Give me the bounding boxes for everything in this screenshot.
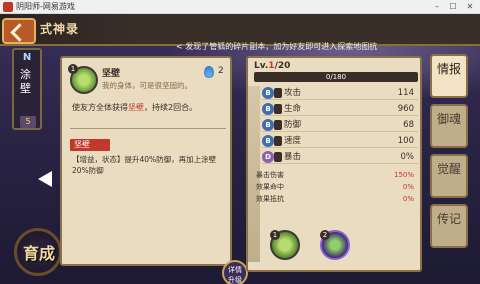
stat-label: 生命 — [284, 104, 302, 114]
attack-icon — [274, 88, 282, 98]
tab-soul[interactable]: 御魂 — [430, 104, 468, 148]
grade-badge: B — [262, 119, 274, 131]
speed-icon — [274, 136, 282, 146]
stat-value: 100 — [397, 136, 414, 146]
skill-number: 1 — [68, 64, 78, 74]
stat-value: 114 — [397, 88, 414, 98]
row-separator — [262, 147, 418, 148]
slot-number: 1 — [270, 230, 280, 240]
window-title: 阴阳师-网易游戏 — [16, 2, 75, 11]
app-icon — [3, 2, 13, 12]
crit-icon — [274, 152, 282, 162]
desc-suffix: ，持续2回合。 — [144, 103, 198, 112]
substat-row: 效果抵抗 0% — [256, 194, 418, 204]
onibi-icon — [204, 66, 214, 78]
stat-row: B 防御 68 — [262, 118, 418, 132]
skill-slot-2[interactable]: 2 — [320, 230, 350, 260]
skill-name: 坚壁 — [102, 69, 121, 79]
health-icon — [274, 104, 282, 114]
skill-description: 使友方全体获得坚壁，持续2回合。 — [72, 102, 197, 113]
top-banner: 式神录 < 发现了管狐的碎片副本，加为好友即可进入探索地图抗 — [0, 14, 480, 51]
shikigami-name: 涂壁 — [20, 68, 31, 95]
substat-row: 效果命中 0% — [256, 182, 418, 192]
back-button[interactable] — [2, 18, 36, 44]
skill-slot-1[interactable]: 1 — [270, 230, 300, 260]
stat-label: 暴击 — [284, 152, 302, 162]
skill-quote: 我的身体，可是很坚固的。 — [102, 81, 192, 90]
substat-value: 0% — [402, 195, 414, 203]
game-scene: 式神录 < 发现了管狐的碎片副本，加为好友即可进入探索地图抗 N 涂壁 5 育成… — [0, 14, 480, 284]
stat-label: 速度 — [284, 136, 302, 146]
announcement-marquee: < 发现了管狐的碎片副本，加为好友即可进入探索地图抗 — [176, 42, 378, 51]
shikigami-rail[interactable]: N 涂壁 5 — [12, 48, 42, 130]
skill-cost: 2 — [218, 66, 224, 76]
stats-panel: Lv.1/20 0/180 B 攻击 114 B 生命 960 B 防御 68 — [246, 56, 422, 272]
substat-value: 150% — [393, 171, 414, 179]
substat-row: 暴击伤害 150% — [256, 170, 418, 180]
row-separator — [262, 115, 418, 116]
tab-biography[interactable]: 传记 — [430, 204, 468, 248]
level-display: Lv.1/20 — [254, 61, 290, 71]
maximize-button[interactable]: ☐ — [446, 1, 460, 13]
rarity-badge: N — [22, 52, 32, 63]
substat-label: 效果抵抗 — [256, 195, 284, 203]
grade-badge: B — [262, 103, 274, 115]
logo-text: 育成 — [22, 244, 55, 263]
window-titlebar: 阴阳师-网易游戏 – ☐ ✕ — [0, 0, 480, 14]
stat-label: 防御 — [284, 120, 302, 130]
effect-tag: 坚壁 — [70, 139, 110, 151]
level-prefix: Lv. — [254, 61, 269, 71]
row-separator — [262, 163, 418, 164]
stat-value: 0% — [400, 152, 415, 162]
stat-value: 960 — [397, 104, 414, 114]
desc-prefix: 使友方全体获得 — [72, 103, 128, 112]
slot-number: 2 — [320, 230, 330, 240]
exp-bar: 0/180 — [254, 72, 418, 82]
detail-label: 详情 — [228, 266, 242, 274]
tab-intel[interactable]: 情报 — [430, 54, 468, 98]
grade-badge: B — [262, 135, 274, 147]
stat-row: B 速度 100 — [262, 134, 418, 148]
substat-label: 效果命中 — [256, 183, 284, 191]
card-divider — [70, 128, 226, 129]
detail-prefix: 【增益，状态】提升40%防御，再加上涂壁20%防御 — [72, 155, 217, 175]
grade-badge: D — [262, 151, 274, 163]
minimize-button[interactable]: – — [430, 1, 444, 13]
page-title: 式神录 — [40, 22, 80, 36]
exp-text: 0/180 — [325, 73, 347, 81]
level-max: /20 — [274, 61, 291, 71]
substat-value: 0% — [402, 183, 414, 191]
row-separator — [262, 99, 418, 100]
detail-upgrade-button[interactable]: 详情 升级 — [222, 260, 248, 284]
skill-card: 1 坚壁 我的身体，可是很坚固的。 2 使友方全体获得坚壁，持续2回合。 坚壁 … — [60, 56, 232, 266]
stat-row: B 生命 960 — [262, 102, 418, 116]
close-button[interactable]: ✕ — [463, 1, 477, 13]
tab-awaken[interactable]: 觉醒 — [430, 154, 468, 198]
upgrade-label: 升级 — [228, 276, 242, 284]
cultivate-logo[interactable]: 育成 — [14, 228, 62, 276]
stat-row: D 暴击 0% — [262, 150, 418, 164]
star-count: 5 — [20, 116, 36, 128]
substat-label: 暴击伤害 — [256, 171, 284, 179]
effect-detail: 【增益，状态】提升40%防御，再加上涂壁20%防御 — [72, 154, 224, 176]
stat-row: B 攻击 114 — [262, 86, 418, 100]
desc-highlight: 坚壁 — [128, 103, 144, 112]
stat-value: 68 — [403, 120, 414, 130]
grade-badge: B — [262, 87, 274, 99]
defense-icon — [274, 120, 282, 130]
row-separator — [262, 131, 418, 132]
stat-label: 攻击 — [284, 88, 302, 98]
prev-arrow[interactable] — [38, 171, 52, 187]
